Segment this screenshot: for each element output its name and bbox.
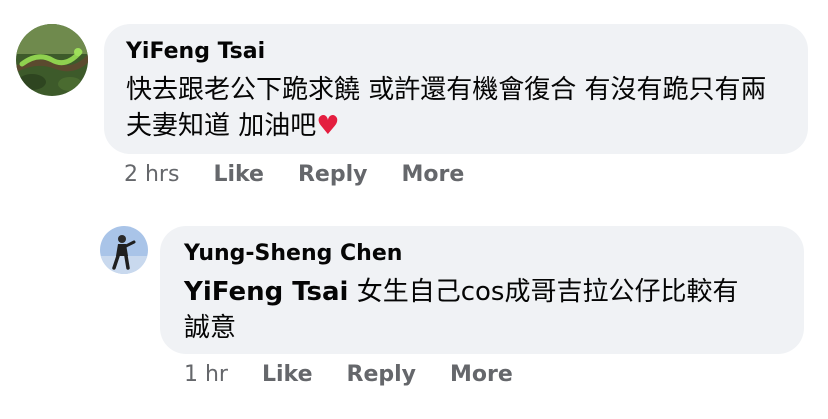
person-standing-avatar-icon <box>100 226 148 274</box>
comment-timestamp[interactable]: 2 hrs <box>124 162 179 187</box>
comment-thread: YiFeng Tsai 快去跟老公下跪求饒 或許還有機會復合 有沒有跪只有兩夫妻… <box>0 0 828 419</box>
red-heart-icon: ♥ <box>316 111 340 141</box>
snake-on-branch-avatar-icon <box>16 24 88 96</box>
comment-author[interactable]: YiFeng Tsai <box>126 38 786 66</box>
reply-avatar[interactable] <box>100 226 148 274</box>
reply-button[interactable]: Reply <box>347 362 417 387</box>
reply-timestamp[interactable]: 1 hr <box>184 362 228 387</box>
comment-text: 快去跟老公下跪求饒 或許還有機會復合 有沒有跪只有兩夫妻知道 加油吧♥ <box>126 72 776 144</box>
reply-bubble: Yung-Sheng Chen YiFeng Tsai 女生自己cos成哥吉拉公… <box>160 226 804 354</box>
comment-bubble: YiFeng Tsai 快去跟老公下跪求饒 或許還有機會復合 有沒有跪只有兩夫妻… <box>104 24 808 154</box>
more-button[interactable]: More <box>450 362 513 387</box>
reply-author[interactable]: Yung-Sheng Chen <box>184 240 780 268</box>
more-button[interactable]: More <box>401 162 464 187</box>
reply-actions: 1 hr Like Reply More <box>184 362 547 387</box>
mention-link[interactable]: YiFeng Tsai <box>184 277 348 307</box>
comment-body: 快去跟老公下跪求饒 或許還有機會復合 有沒有跪只有兩夫妻知道 加油吧 <box>126 75 767 141</box>
reply-text: YiFeng Tsai 女生自己cos成哥吉拉公仔比較有誠意 <box>184 274 764 346</box>
like-button[interactable]: Like <box>213 162 264 187</box>
reply-button[interactable]: Reply <box>298 162 368 187</box>
commenter-avatar[interactable] <box>16 24 88 96</box>
comment-actions: 2 hrs Like Reply More <box>124 162 498 187</box>
like-button[interactable]: Like <box>262 362 313 387</box>
